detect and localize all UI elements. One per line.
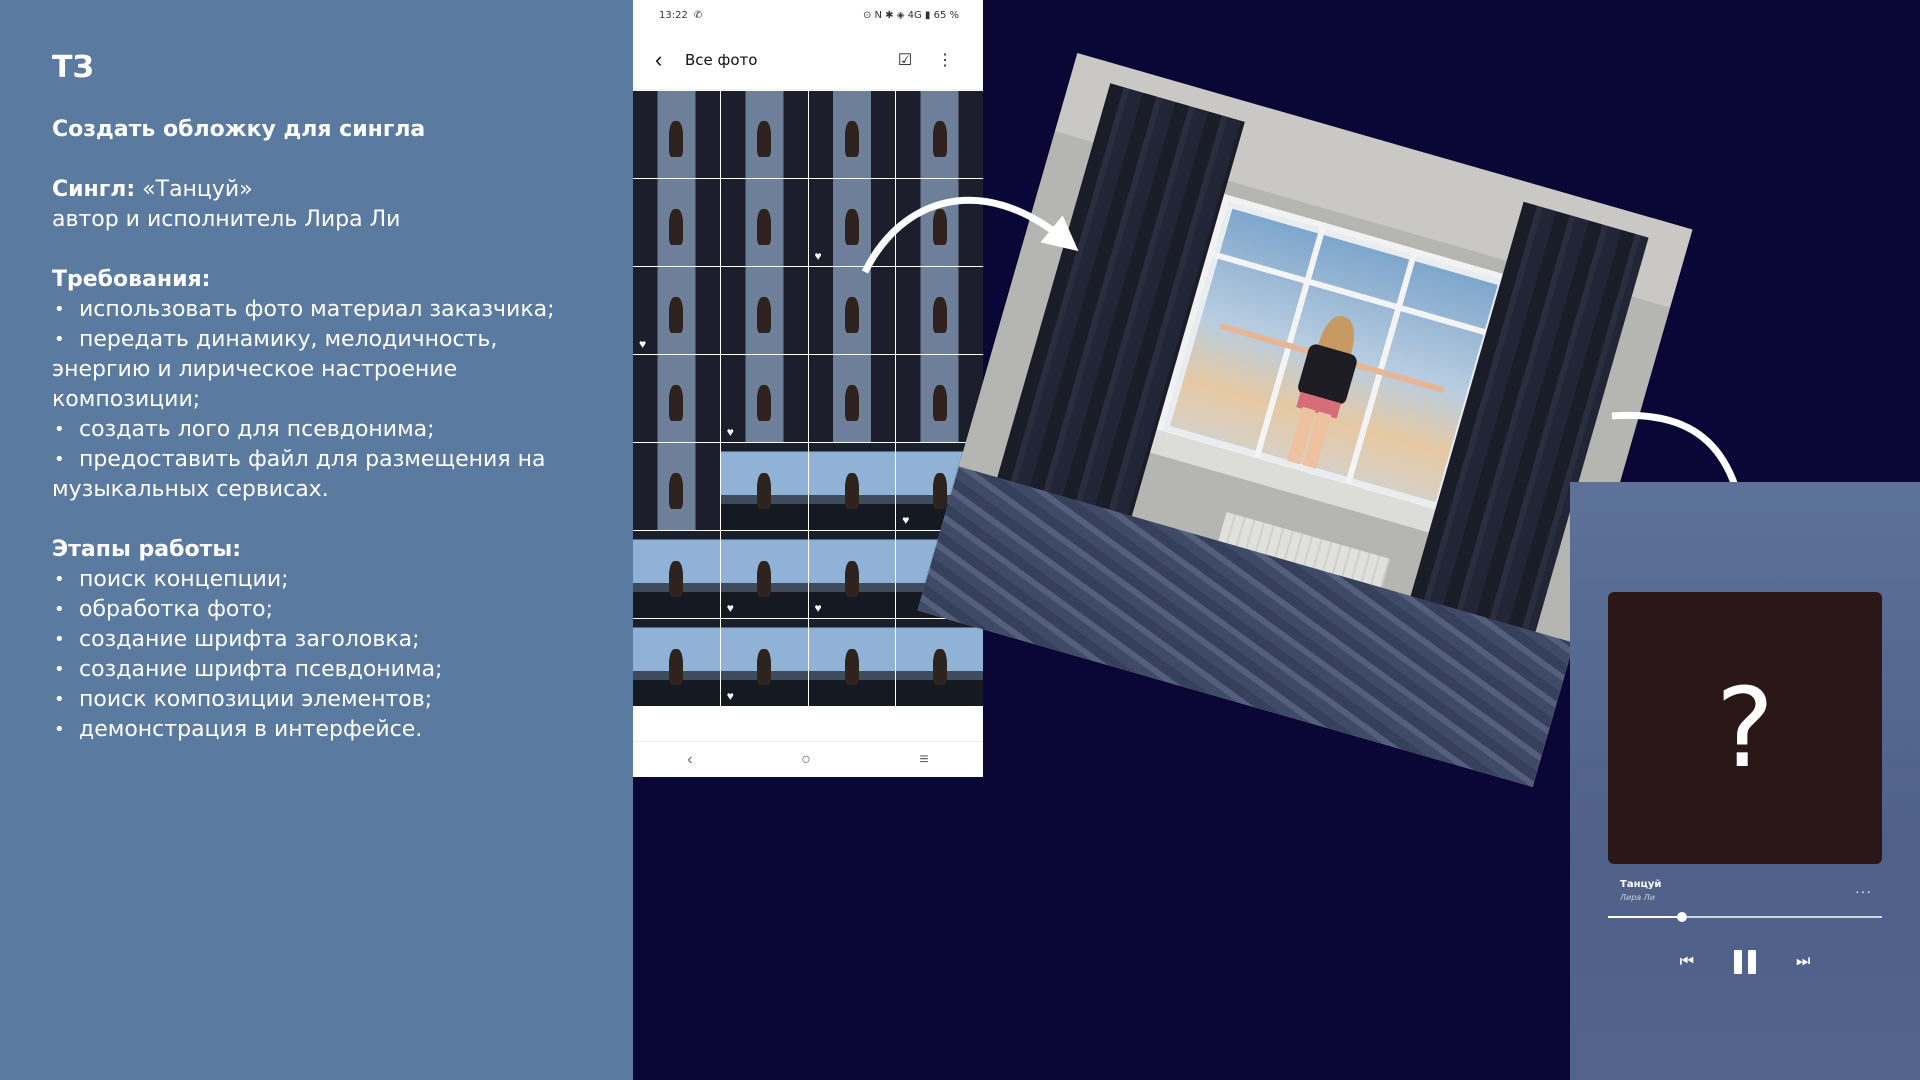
status-icons: ⊙ N ✱ ◈ 4G ▮ 65 % [862,9,959,21]
single-value: «Танцуй» [135,177,253,202]
photo-thumbnail[interactable] [720,179,808,266]
nav-home-icon[interactable]: ○ [801,751,811,769]
photo-thumbnail[interactable] [633,355,720,442]
list-item: использовать фото материал заказчика; [52,295,581,325]
heart-icon: ♥ [639,337,647,351]
progress-knob[interactable] [1676,912,1687,922]
list-item: поиск концепции; [52,565,581,595]
list-item: создание шрифта заголовка; [52,625,581,655]
photo-thumbnail[interactable] [808,619,896,706]
progress-bar[interactable] [1608,912,1882,922]
phone-gallery: 13:22 ✆ ⊙ N ✱ ◈ 4G ▮ 65 % ‹ Все фото ☑ ⋮ … [633,0,983,777]
photo-thumbnail[interactable] [633,443,720,530]
question-mark: ? [1715,664,1775,792]
list-item: создание шрифта псевдонима; [52,655,581,685]
list-item: предоставить файл для размещения на музы… [52,445,581,505]
heart-icon: ♥ [726,601,734,615]
list-item: демонстрация в интерфейсе. [52,715,581,745]
skip-next-icon[interactable]: ⏭ [1796,953,1810,971]
more-vert-icon[interactable]: ⋮ [925,50,965,70]
author-line: автор и исполнитель Лира Ли [52,207,401,232]
list-item: создать лого для псевдонима; [52,415,581,445]
album-cover-placeholder: ? [1608,592,1882,864]
select-check-icon[interactable]: ☑ [885,50,925,70]
track-artist: Лира Ли [1620,893,1655,902]
heart-icon: ♥ [726,425,734,439]
photo-thumbnail[interactable]: ♥ [808,531,896,618]
music-player: ? Танцуй Лира Ли ··· ⏮ ⏭ [1570,482,1920,1080]
photo-thumbnail[interactable] [808,355,896,442]
track-info: Танцуй Лира Ли [1620,879,1661,902]
photo-thumbnail[interactable] [808,91,896,178]
photo-thumbnail[interactable] [633,531,720,618]
track-title: Танцуй [1620,879,1662,890]
nav-back-icon[interactable]: ‹ [687,751,692,769]
task-heading: Создать обложку для сингла [52,117,426,142]
skip-previous-icon[interactable]: ⏮ [1680,953,1694,971]
list-item: передать динамику, мелодичность, энергию… [52,325,581,415]
stages-list: поиск концепции; обработка фото; создани… [52,565,581,745]
stages-heading: Этапы работы: [52,537,242,562]
photo-thumbnail[interactable]: ♥ [808,179,896,266]
photo-thumbnail[interactable] [896,267,983,354]
gallery-app-bar: ‹ Все фото ☑ ⋮ [633,30,983,90]
photo-thumbnail[interactable]: ♥ [633,267,720,354]
gallery-title: Все фото [685,50,758,69]
nav-recents-icon[interactable]: ≡ [919,751,928,769]
photo-thumbnail[interactable] [633,619,720,706]
photo-thumbnail[interactable] [808,443,896,530]
photo-thumbnail[interactable] [720,91,808,178]
more-horiz-icon[interactable]: ··· [1855,883,1872,899]
playback-controls: ⏮ ⏭ [1608,950,1882,974]
list-item: поиск композиции элементов; [52,685,581,715]
photo-grid: ♥ ♥ ♥ ♥ ♥ ♥ ♥ [633,91,983,741]
photo-thumbnail[interactable]: ♥ [720,619,808,706]
photo-thumbnail[interactable] [896,179,983,266]
brief-panel: ТЗ Создать обложку для сингла Сингл: «Та… [0,0,633,1080]
photo-thumbnail[interactable]: ♥ [720,531,808,618]
status-bar: 13:22 ✆ ⊙ N ✱ ◈ 4G ▮ 65 % [633,0,983,30]
single-label: Сингл: [52,177,136,202]
single-line: Сингл: «Танцуй» [52,175,581,205]
list-item: обработка фото; [52,595,581,625]
photo-thumbnail[interactable] [896,91,983,178]
requirements-list: использовать фото материал заказчика; пе… [52,295,581,505]
heart-icon: ♥ [814,249,822,263]
status-time: 13:22 [659,9,688,21]
phone-call-icon: ✆ [693,9,703,21]
photo-thumbnail[interactable] [896,619,983,706]
progress-fill [1608,916,1682,918]
photo-thumbnail[interactable] [633,91,720,178]
photo-thumbnail[interactable] [720,267,808,354]
heart-icon: ♥ [814,601,822,615]
android-nav-bar: ‹ ○ ≡ [633,741,983,777]
photo-thumbnail[interactable] [720,443,808,530]
pause-icon[interactable] [1734,950,1756,974]
heart-icon: ♥ [902,513,910,527]
photo-thumbnail[interactable]: ♥ [720,355,808,442]
brief-title: ТЗ [52,50,94,85]
heart-icon: ♥ [726,689,734,703]
photo-thumbnail[interactable] [633,179,720,266]
back-arrow-icon[interactable]: ‹ [655,47,685,73]
requirements-heading: Требования: [52,267,211,292]
photo-thumbnail[interactable] [808,267,896,354]
